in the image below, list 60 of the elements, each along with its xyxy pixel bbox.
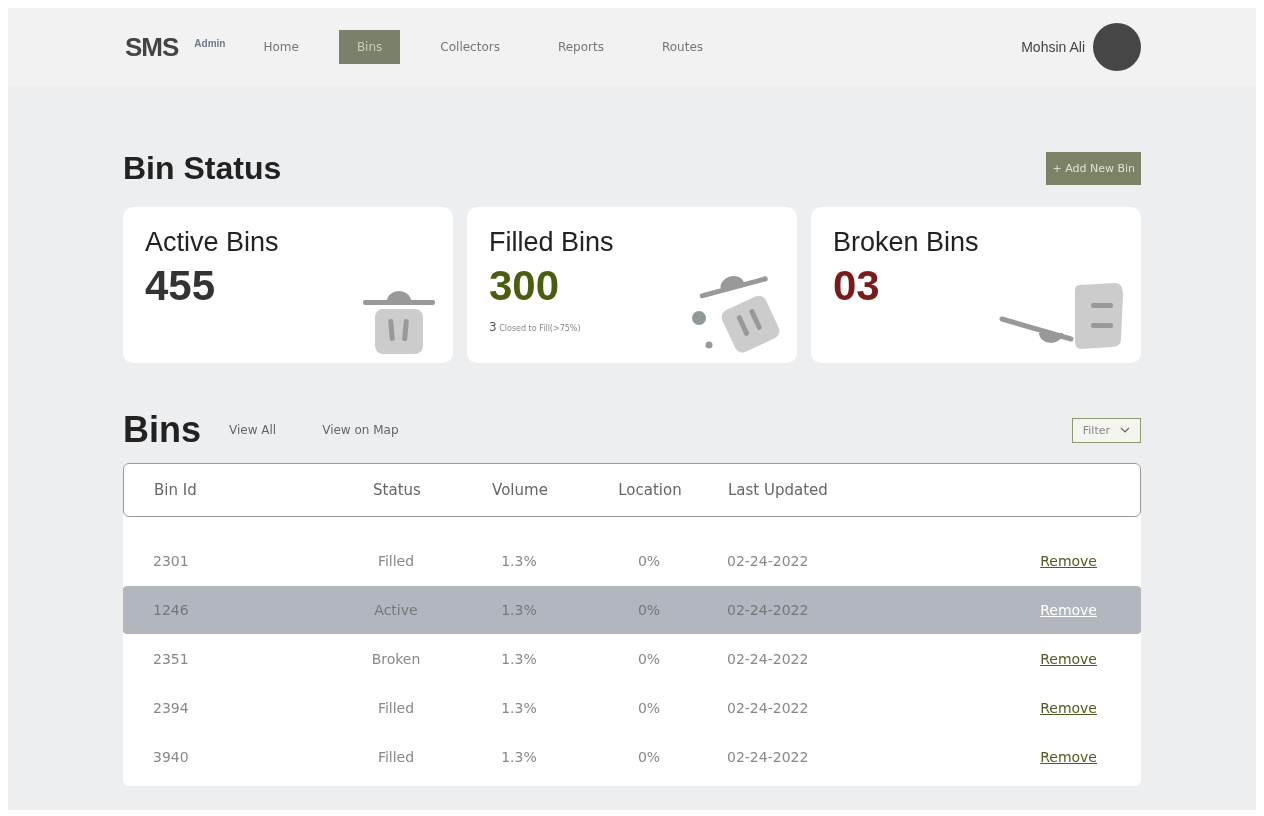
nav-tab[interactable]: Routes xyxy=(643,30,722,64)
table-cell-text: 1.3% xyxy=(500,553,538,569)
remove-link[interactable]: Remove xyxy=(1040,749,1097,765)
section-title: Bin Status xyxy=(123,150,282,187)
table-cell-text: 02-24-2022 xyxy=(727,749,810,765)
table-cell-text: Filled xyxy=(376,553,416,569)
remove-link[interactable]: Remove xyxy=(1040,651,1097,667)
table-cell-text: 02-24-2022 xyxy=(727,651,810,667)
card-title: Filled Bins xyxy=(489,227,614,258)
remove-link[interactable]: Remove xyxy=(1040,700,1097,716)
table-cell-text: 3940 xyxy=(152,749,190,765)
table-cell-text: 02-24-2022 xyxy=(727,602,810,618)
card-value: 455 xyxy=(145,262,216,310)
column-header: Volume xyxy=(491,481,549,499)
nav-tab[interactable]: Reports xyxy=(539,30,622,64)
column-header: Status xyxy=(372,481,422,499)
view-link[interactable]: View on Map xyxy=(322,423,399,437)
table-cell-text: 0% xyxy=(636,651,662,667)
card-value: 300 xyxy=(489,262,560,310)
column-header: Location xyxy=(617,481,683,499)
table-row[interactable]: 2351 Broken 1.3% 0% 02-24-2022 Remove xyxy=(123,635,1141,683)
card-note: 3 Closed to Fill(>75%) xyxy=(489,320,581,334)
table-cell-text: 0% xyxy=(636,700,662,716)
filter-dropdown[interactable]: Filter xyxy=(1071,417,1141,443)
column-header: Last Updated xyxy=(728,481,829,499)
table-cell-text: 02-24-2022 xyxy=(727,700,810,716)
nav-tab[interactable]: Collectors xyxy=(422,30,518,64)
table-cell-text: 1.3% xyxy=(500,602,538,618)
add-new-bin-button[interactable]: + Add New Bin xyxy=(1046,152,1141,185)
table-cell-text: 2351 xyxy=(152,651,190,667)
card-title: Broken Bins xyxy=(833,227,979,258)
table-cell-text: 1.3% xyxy=(500,651,538,667)
column-header: Bin Id xyxy=(153,481,198,499)
table-cell-text: 0% xyxy=(636,602,662,618)
table-cell-text: 1.3% xyxy=(500,700,538,716)
table-cell-text: Active xyxy=(373,602,419,618)
table-row[interactable]: 2394 Filled 1.3% 0% 02-24-2022 Remove xyxy=(123,684,1141,732)
chevron-down-icon xyxy=(1120,427,1130,433)
table-cell-text: 2394 xyxy=(152,700,190,716)
nav-tab[interactable]: Home xyxy=(245,30,317,64)
role-label: Admin xyxy=(194,37,226,49)
remove-link[interactable]: Remove xyxy=(1040,553,1097,569)
table-cell-text: Filled xyxy=(376,700,416,716)
table-cell-text: Broken xyxy=(370,651,422,667)
table-cell-text: 0% xyxy=(636,553,662,569)
section-title: Bins xyxy=(123,409,201,451)
logo: SMS xyxy=(125,31,179,63)
user-name: Mohsin Ali xyxy=(1021,39,1085,55)
avatar[interactable] xyxy=(1093,23,1141,71)
table-row[interactable]: 3940 Filled 1.3% 0% 02-24-2022 Remove xyxy=(123,733,1141,781)
card-value: 03 xyxy=(833,262,880,310)
table-cell-text: 2301 xyxy=(152,553,190,569)
table-cell-text: Filled xyxy=(376,749,416,765)
view-link[interactable]: View All xyxy=(229,423,277,437)
table-cell-text: 0% xyxy=(636,749,662,765)
table-row[interactable]: 2301 Filled 1.3% 0% 02-24-2022 Remove xyxy=(123,537,1141,585)
table-cell-text: 1246 xyxy=(152,602,190,618)
card-title: Active Bins xyxy=(145,227,279,258)
table-cell-text: 1.3% xyxy=(500,749,538,765)
table-cell-text: 02-24-2022 xyxy=(727,553,810,569)
